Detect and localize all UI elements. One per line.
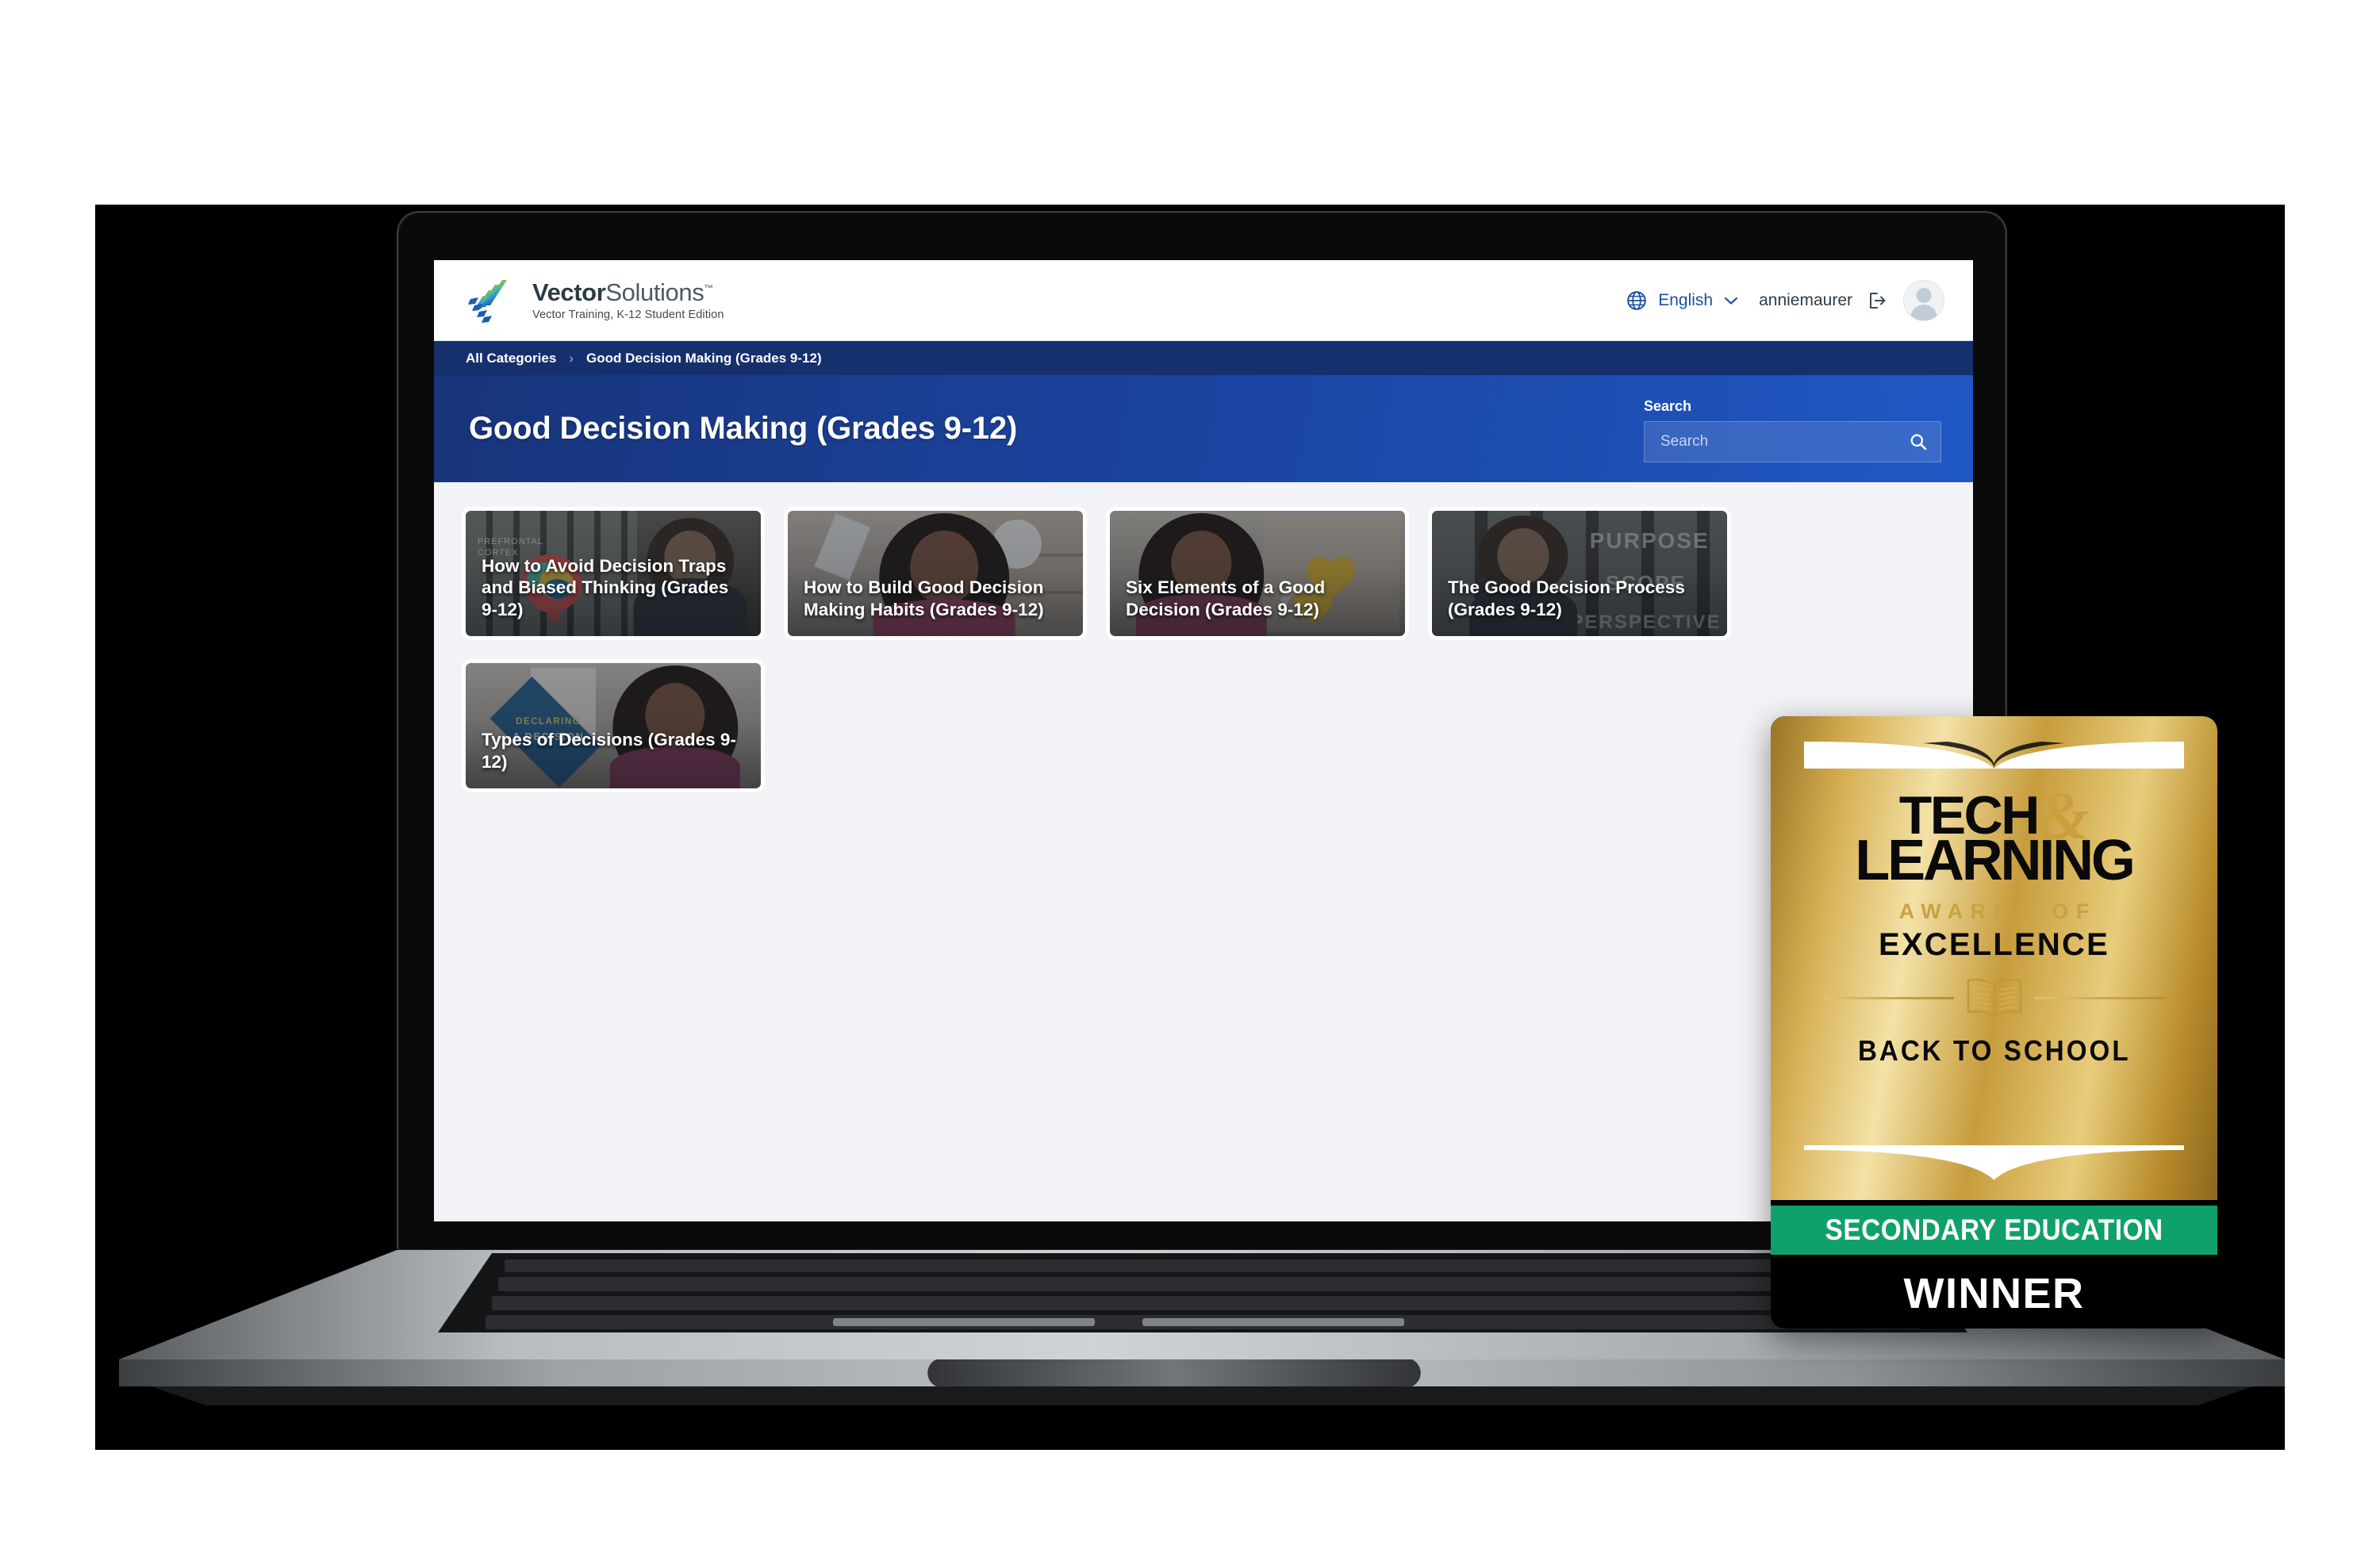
badge-book-row bbox=[1823, 977, 2165, 1019]
site-header: VectorSolutions™ Vector Training, K-12 S… bbox=[434, 260, 1973, 341]
search-icon[interactable] bbox=[1909, 432, 1928, 451]
course-title: Types of Decisions (Grades 9-12) bbox=[482, 730, 736, 772]
brand-tagline: Vector Training, K-12 Student Edition bbox=[532, 308, 724, 321]
breadcrumb-current: Good Decision Making (Grades 9-12) bbox=[585, 350, 822, 366]
brand-title: VectorSolutions™ bbox=[532, 280, 724, 305]
course-title: Six Elements of a Good Decision (Grades … bbox=[1126, 577, 1326, 619]
logout-icon[interactable] bbox=[1867, 291, 1886, 310]
course-card[interactable]: Six Elements of a Good Decision (Grades … bbox=[1110, 511, 1405, 636]
course-list: PREFRONTALCORTEX How to Avoid Decision T… bbox=[434, 482, 1973, 1221]
breadcrumb: All Categories › Good Decision Making (G… bbox=[434, 341, 1973, 375]
open-book-icon bbox=[1967, 979, 2021, 1019]
badge-rule-left bbox=[1823, 996, 1954, 999]
username-label[interactable]: anniemaurer bbox=[1759, 291, 1852, 310]
badge-excellence: EXCELLENCE bbox=[1879, 927, 2109, 963]
search-placeholder: Search bbox=[1660, 433, 1709, 450]
chevron-down-icon[interactable] bbox=[1724, 296, 1738, 305]
search-block: Search Search bbox=[1644, 398, 1941, 462]
badge-ampersand: & bbox=[2036, 777, 2090, 853]
badge-category: BACK TO SCHOOL bbox=[1857, 1034, 2131, 1068]
badge-awards-of: AWARDS OF bbox=[1898, 899, 2097, 924]
page-title: Good Decision Making (Grades 9-12) bbox=[469, 411, 1018, 446]
course-title: How to Avoid Decision Traps and Biased T… bbox=[482, 555, 729, 619]
globe-icon[interactable] bbox=[1626, 290, 1647, 311]
language-selector-label[interactable]: English bbox=[1658, 291, 1713, 310]
header-right: English anniemaurer bbox=[1626, 279, 1944, 321]
vector-chevron-logo-icon bbox=[468, 279, 507, 323]
award-badge: TECH& LEARNING AWARDS OF EXCELLENCE BACK… bbox=[1771, 716, 2217, 1329]
badge-title-tech: TECH bbox=[1898, 785, 2040, 845]
brand-trademark: ™ bbox=[704, 282, 713, 294]
course-card[interactable]: DECLARING A DECISION Types of Decisions … bbox=[466, 663, 761, 788]
search-label: Search bbox=[1644, 398, 1692, 414]
avatar[interactable] bbox=[1903, 279, 1944, 321]
laptop-lid: VectorSolutions™ Vector Training, K-12 S… bbox=[397, 211, 2007, 1250]
badge-content: TECH& LEARNING AWARDS OF EXCELLENCE BACK… bbox=[1804, 754, 2184, 1159]
course-title: The Good Decision Process (Grades 9-12) bbox=[1448, 577, 1685, 619]
screenshot-stage: VectorSolutions™ Vector Training, K-12 S… bbox=[0, 0, 2380, 1549]
course-card[interactable]: PREFRONTALCORTEX How to Avoid Decision T… bbox=[466, 511, 761, 636]
brand-name-light: Solutions bbox=[605, 278, 704, 306]
badge-book-fold-bottom-icon bbox=[1804, 1145, 2184, 1180]
badge-rule-right bbox=[2034, 996, 2165, 999]
course-card[interactable]: PURPOSE SCOPE PERSPECTIVE The Good Decis… bbox=[1432, 511, 1727, 636]
brand-name-bold: Vector bbox=[532, 278, 606, 306]
badge-segment-band: SECONDARY EDUCATION bbox=[1771, 1202, 2217, 1259]
course-card[interactable]: How to Build Good Decision Making Habits… bbox=[788, 511, 1083, 636]
brand-logo[interactable]: VectorSolutions™ Vector Training, K-12 S… bbox=[466, 278, 724, 323]
badge-result-text: WINNER bbox=[1903, 1270, 2085, 1317]
search-input[interactable]: Search bbox=[1644, 421, 1941, 462]
hero-banner: Good Decision Making (Grades 9-12) Searc… bbox=[434, 375, 1973, 482]
badge-result-band: WINNER bbox=[1771, 1259, 2217, 1329]
badge-segment-text: SECONDARY EDUCATION bbox=[1825, 1214, 2163, 1246]
breadcrumb-separator-icon: › bbox=[569, 350, 574, 366]
course-title: How to Build Good Decision Making Habits… bbox=[804, 577, 1044, 619]
badge-title-line1-wrap: TECH& bbox=[1899, 781, 2090, 849]
brand-text: VectorSolutions™ Vector Training, K-12 S… bbox=[532, 280, 724, 321]
course-grid: PREFRONTALCORTEX How to Avoid Decision T… bbox=[466, 511, 1941, 788]
breadcrumb-all-categories[interactable]: All Categories bbox=[466, 351, 556, 366]
browser-screen: VectorSolutions™ Vector Training, K-12 S… bbox=[434, 260, 1973, 1221]
